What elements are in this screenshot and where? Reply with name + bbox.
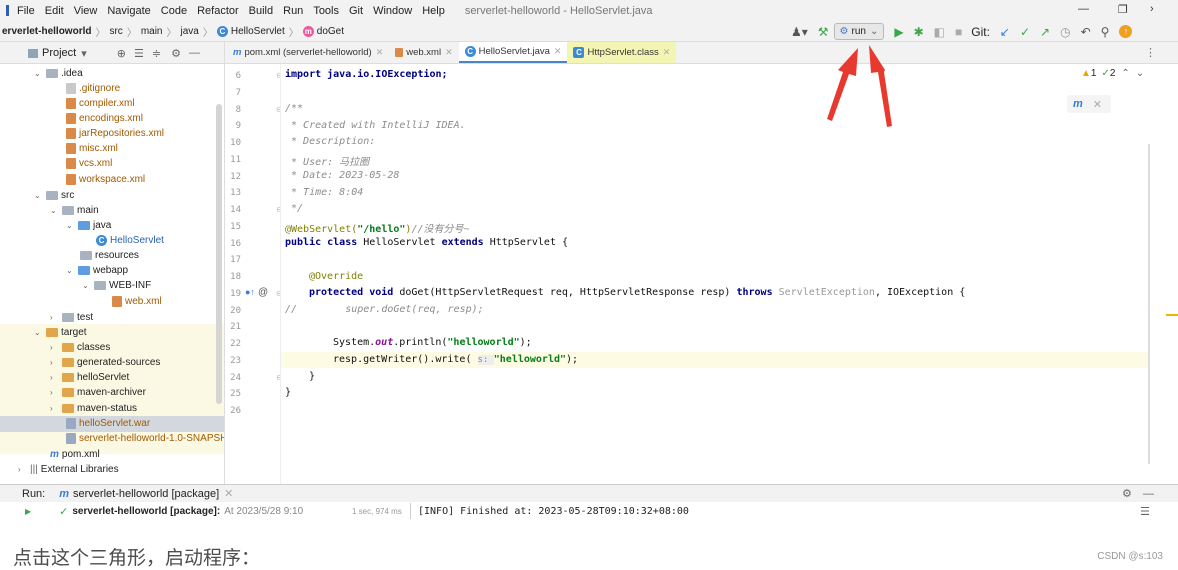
watermark: CSDN @s:103 [1097,551,1163,562]
annotation-arrows [827,45,892,127]
caption-text: 点击这个三角形，启动程序： [13,547,261,569]
red-arrow-left [827,48,858,121]
red-arrow-right [869,45,892,127]
